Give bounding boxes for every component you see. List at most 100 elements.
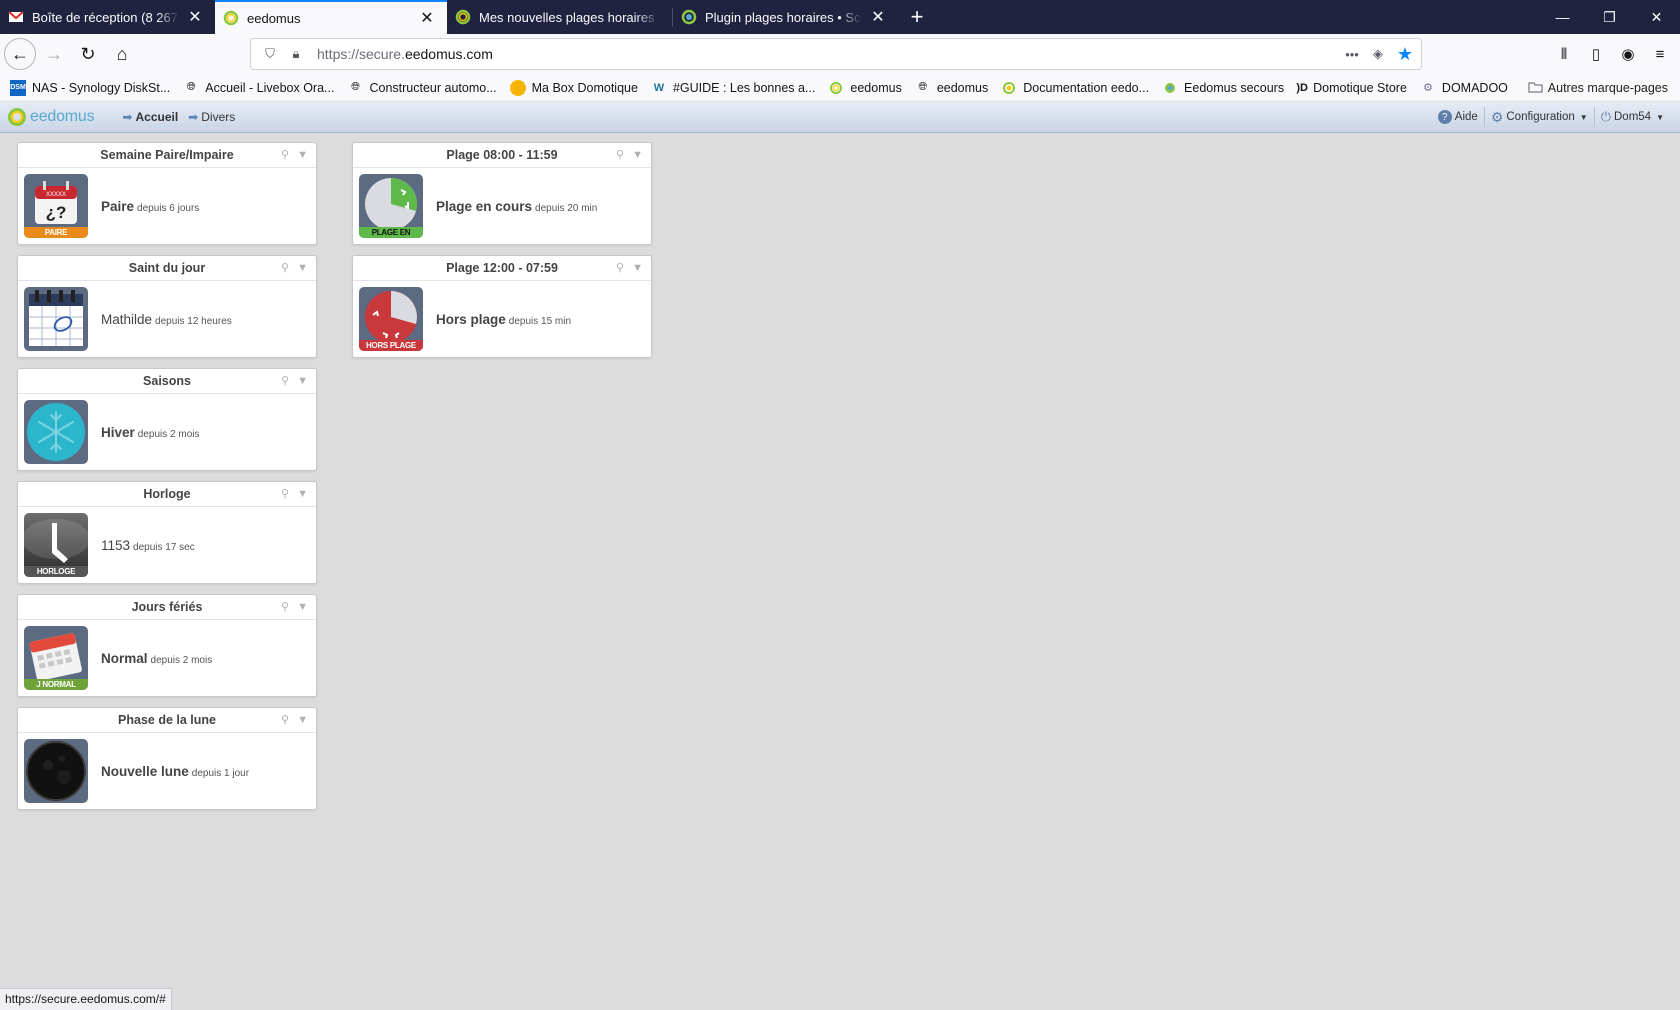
close-tab-icon[interactable]: ✕ — [185, 7, 205, 27]
status-bar-url: https://secure.eedomus.com/# — [0, 988, 172, 1010]
globe-icon: 🌐︎ — [351, 81, 360, 93]
tab-title: eedomus — [247, 10, 301, 26]
account-icon[interactable]: ◉ — [1618, 38, 1638, 70]
notebook-icon[interactable] — [24, 287, 88, 351]
tab-gmail[interactable]: Boîte de réception (8 267) - dom ✕ — [0, 0, 215, 34]
restore-icon[interactable]: ❐ — [1586, 0, 1633, 34]
close-window-icon[interactable]: ✕ — [1633, 0, 1680, 34]
pie-clock-green-icon[interactable]: PLAGE EN COURS — [359, 174, 423, 238]
widget-title: Plage 12:00 - 07:59 — [446, 261, 558, 275]
navigation-bar: ← → ↻ ⌂ ⛉ 🔒︎ https://secure.eedomus.com … — [0, 34, 1680, 74]
tab-strip: Boîte de réception (8 267) - dom ✕ eedom… — [0, 0, 1680, 34]
widget-value: 1153 depuis 17 sec — [101, 537, 195, 553]
eedomus-favicon-icon — [223, 10, 239, 26]
widget-title: Jours fériés — [131, 600, 203, 614]
lock-icon[interactable]: 🔒︎ — [285, 46, 307, 62]
chevron-down-icon[interactable]: ▼ — [297, 369, 308, 393]
url-text[interactable]: https://secure.eedomus.com — [317, 46, 1345, 62]
widget-semaine: Semaine Paire/Impaire ⚲ ▼ XXXXX ¿? PAIRE … — [17, 142, 317, 245]
bookmark-eedomus-2[interactable]: 🌐︎ eedomus — [915, 80, 988, 96]
close-tab-icon[interactable]: ✕ — [417, 8, 437, 28]
breadcrumb-home[interactable]: Accueil — [135, 110, 178, 124]
back-icon[interactable]: ← — [4, 38, 36, 70]
bookmark-secours[interactable]: Eedomus secours — [1162, 80, 1284, 96]
bookmark-star-icon[interactable]: ★ — [1397, 44, 1413, 65]
tab-title: Boîte de réception (8 267) - dom — [32, 9, 179, 25]
bookmark-guide[interactable]: W #GUIDE : Les bonnes a... — [651, 80, 816, 96]
close-tab-icon[interactable]: ✕ — [868, 7, 888, 27]
bookmark-livebox[interactable]: 🌐︎ Accueil - Livebox Ora... — [183, 80, 335, 96]
search-icon[interactable]: ⚲ — [616, 143, 624, 167]
breadcrumb-current[interactable]: Divers — [201, 110, 235, 124]
forum-favicon-icon — [681, 9, 697, 25]
clock-icon[interactable]: HORLOGE — [24, 513, 88, 577]
widget-title: Saisons — [143, 374, 191, 388]
chevron-down-icon[interactable]: ▼ — [297, 595, 308, 619]
url-bar[interactable]: ⛉ 🔒︎ https://secure.eedomus.com ••• ◈ ★ — [250, 38, 1422, 70]
bookmark-eedomus-1[interactable]: eedomus — [828, 80, 902, 96]
bookmark-domadoo[interactable]: ⚙︎ DOMADOO — [1420, 80, 1508, 96]
chevron-down-icon[interactable]: ▼ — [297, 256, 308, 280]
mabox-icon — [509, 79, 526, 96]
search-icon[interactable]: ⚲ — [281, 143, 289, 167]
other-bookmarks[interactable]: Autres marque-pages — [1528, 74, 1668, 102]
bookmark-documentation[interactable]: Documentation eedo... — [1001, 80, 1149, 96]
chevron-down-icon: ▼ — [1656, 112, 1664, 122]
eedomus-icon — [828, 80, 844, 96]
chevron-down-icon[interactable]: ▼ — [632, 256, 643, 280]
user-menu[interactable]: ⏻ Dom54 ▼ — [1593, 107, 1670, 127]
forward-icon[interactable]: → — [38, 38, 70, 70]
calendar-question-icon[interactable]: XXXXX ¿? PAIRE — [24, 174, 88, 238]
bookmark-mabox[interactable]: Ma Box Domotique — [509, 79, 638, 96]
tab-title: Plugin plages horaires • Scripts — [705, 9, 862, 25]
widget-value: Mathilde depuis 12 heures — [101, 311, 232, 327]
globe-icon: 🌐︎ — [186, 81, 196, 93]
new-tab-icon[interactable]: + — [900, 0, 934, 34]
arrow-right-icon: ➡ — [122, 110, 133, 124]
help-menu[interactable]: ? Aide — [1432, 107, 1484, 127]
widget-saint: Saint du jour ⚲ ▼ Mathilde depuis 12 heure… — [17, 255, 317, 358]
bookmark-nas[interactable]: DSM NAS - Synology DiskSt... — [10, 79, 170, 96]
configuration-menu[interactable]: ⚙︎ Configuration ▼ — [1483, 107, 1594, 127]
reload-icon[interactable]: ↻ — [72, 38, 104, 70]
secours-icon — [1162, 80, 1178, 96]
power-icon: ⏻ — [1600, 109, 1611, 124]
eedomus-favicon-icon — [455, 9, 471, 25]
chevron-down-icon[interactable]: ▼ — [297, 482, 308, 506]
folder-icon — [1528, 81, 1543, 96]
widget-since: depuis 17 sec — [133, 541, 195, 553]
search-icon[interactable]: ⚲ — [616, 256, 624, 280]
page-actions-icon[interactable]: ••• — [1345, 47, 1359, 62]
bookmark-constructeur[interactable]: 🌐︎ Constructeur automo... — [347, 80, 497, 96]
search-icon[interactable]: ⚲ — [281, 595, 289, 619]
search-icon[interactable]: ⚲ — [281, 482, 289, 506]
window-controls: — ❐ ✕ — [1539, 0, 1680, 34]
moon-icon[interactable] — [24, 739, 88, 803]
bookmark-domotique-store[interactable]: )D Domotique Store — [1296, 80, 1407, 96]
search-icon[interactable]: ⚲ — [281, 256, 289, 280]
tab-eedomus[interactable]: eedomus ✕ — [215, 0, 447, 34]
search-icon[interactable]: ⚲ — [281, 708, 289, 732]
chevron-down-icon[interactable]: ▼ — [297, 143, 308, 167]
minimize-icon[interactable]: — — [1539, 0, 1586, 34]
widget-title: Horloge — [143, 487, 191, 501]
sidebar-icon[interactable]: ▯ — [1586, 38, 1606, 70]
tab-plages[interactable]: Mes nouvelles plages horaires — [447, 0, 672, 34]
pie-clock-red-icon[interactable]: HORS PLAGE — [359, 287, 423, 351]
widget-title: Saint du jour — [128, 261, 206, 275]
home-icon[interactable]: ⌂ — [106, 38, 138, 70]
chevron-down-icon[interactable]: ▼ — [632, 143, 643, 167]
pocket-icon[interactable]: ◈ — [1373, 46, 1383, 62]
search-icon[interactable]: ⚲ — [281, 369, 289, 393]
wordpress-icon: W — [653, 81, 665, 94]
widget-since: depuis 12 heures — [155, 315, 232, 327]
eedomus-logo[interactable]: eedomus — [8, 108, 95, 126]
library-icon[interactable]: ⫴ — [1554, 38, 1574, 70]
tab-plugin[interactable]: Plugin plages horaires • Scripts ✕ — [673, 0, 898, 34]
menu-icon[interactable]: ≡ — [1650, 38, 1670, 70]
tracking-shield-icon[interactable]: ⛉ — [259, 46, 281, 62]
holiday-calendar-icon[interactable]: J NORMAL — [24, 626, 88, 690]
svg-text:XXXXX: XXXXX — [46, 192, 66, 198]
chevron-down-icon[interactable]: ▼ — [297, 708, 308, 732]
snowflake-icon[interactable] — [24, 400, 88, 464]
